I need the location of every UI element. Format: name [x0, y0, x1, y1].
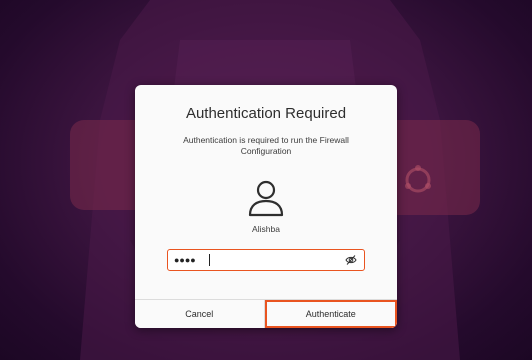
- dialog-title: Authentication Required: [185, 105, 347, 122]
- cancel-button[interactable]: Cancel: [135, 300, 265, 328]
- desktop-background: Authentication Required Authentication i…: [0, 0, 532, 360]
- authentication-dialog: Authentication Required Authentication i…: [135, 85, 397, 328]
- username-label: Alishba: [252, 224, 280, 234]
- dialog-message: Authentication is required to run the Fi…: [183, 135, 349, 156]
- eye-slash-icon[interactable]: [345, 254, 357, 266]
- user-avatar-icon: [248, 180, 284, 217]
- dialog-button-bar: Cancel Authenticate: [135, 299, 397, 328]
- text-caret: [209, 254, 210, 266]
- password-input[interactable]: ●●●●: [167, 249, 365, 271]
- authenticate-button[interactable]: Authenticate: [264, 300, 397, 328]
- password-masked-value: ●●●●: [174, 255, 196, 265]
